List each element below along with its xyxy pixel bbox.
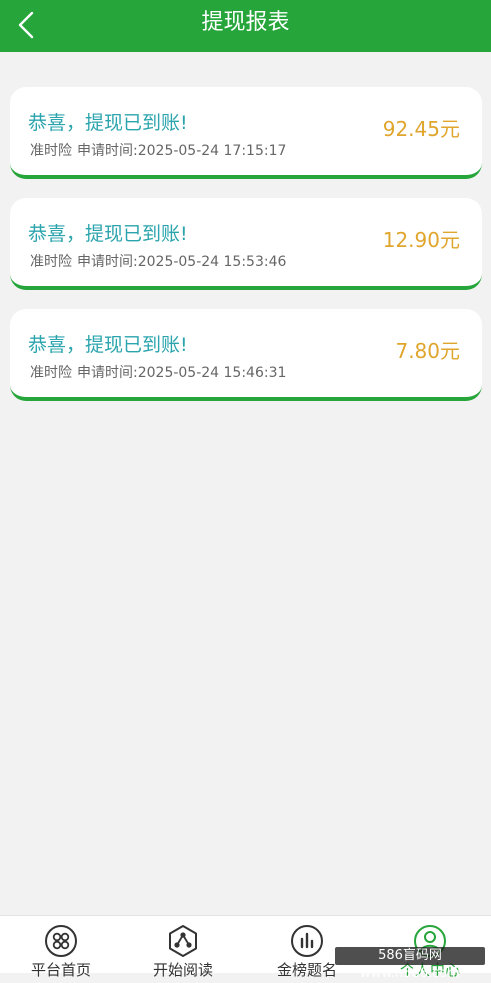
record-amount: 7.80元	[395, 339, 460, 363]
site-watermark: 586盲码网 www.h586.com	[335, 947, 485, 981]
record-meta: 准时险 申请时间:2025-05-24 15:46:31	[30, 362, 286, 382]
record-title: 恭喜，提现已到账!	[28, 112, 188, 134]
withdrawal-list: 恭喜，提现已到账! 准时险 申请时间:2025-05-24 17:15:17 92…	[10, 87, 482, 420]
tab-label: 开始阅读	[152, 961, 213, 979]
record-title: 恭喜，提现已到账!	[28, 334, 188, 356]
record-type: 准时险	[30, 143, 72, 159]
record-apply-time: 申请时间:2025-05-24 17:15:17	[77, 143, 287, 159]
record-type: 准时险	[30, 254, 72, 270]
header-bar: 提现报表	[0, 0, 491, 52]
tab-label: 平台首页	[30, 961, 91, 979]
ranking-chart-icon	[291, 925, 323, 957]
record-meta: 准时险 申请时间:2025-05-24 15:53:46	[30, 251, 286, 271]
record-apply-time: 申请时间:2025-05-24 15:46:31	[77, 365, 287, 381]
home-grid-icon	[45, 925, 77, 957]
record-title: 恭喜，提现已到账!	[28, 223, 188, 245]
record-meta: 准时险 申请时间:2025-05-24 17:15:17	[30, 140, 286, 160]
withdrawal-record[interactable]: 恭喜，提现已到账! 准时险 申请时间:2025-05-24 15:53:46 12…	[10, 198, 482, 290]
read-hex-icon	[169, 925, 197, 957]
tab-read[interactable]: 开始阅读	[122, 916, 244, 979]
record-amount: 12.90元	[382, 228, 460, 252]
withdrawal-record[interactable]: 恭喜，提现已到账! 准时险 申请时间:2025-05-24 15:46:31 7.…	[10, 309, 482, 401]
record-amount: 92.45元	[382, 117, 460, 141]
record-apply-time: 申请时间:2025-05-24 15:53:46	[77, 254, 287, 270]
page-title: 提现报表	[201, 10, 290, 35]
withdrawal-record[interactable]: 恭喜，提现已到账! 准时险 申请时间:2025-05-24 17:15:17 92…	[10, 87, 482, 179]
tab-home[interactable]: 平台首页	[0, 916, 122, 979]
record-type: 准时险	[30, 365, 72, 381]
